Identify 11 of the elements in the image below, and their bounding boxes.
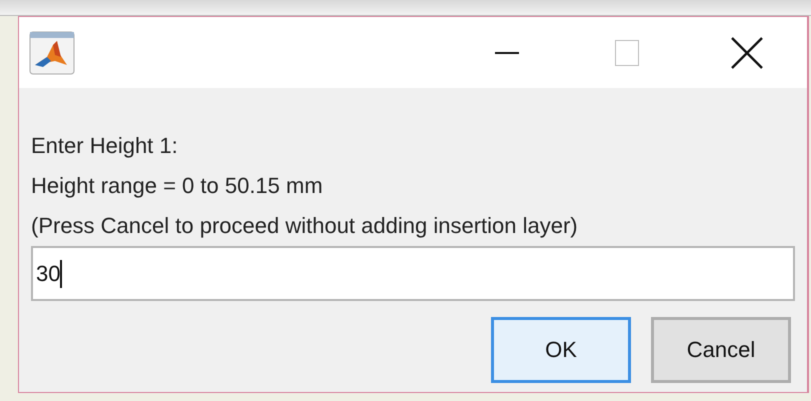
default-button[interactable]: OK [491, 317, 631, 383]
peak-icon [29, 30, 75, 74]
dialog-button[interactable]: Cancel [651, 317, 791, 383]
input-value: 30 [36, 260, 60, 286]
close-icon [731, 36, 763, 68]
prompt-text: Enter Height 1: [31, 132, 178, 160]
minimize-icon [495, 52, 519, 54]
prompt-text: (Press Cancel to proceed without adding insertion layer) [31, 212, 578, 240]
prompt-text: Height range = 0 to 50.15 mm [31, 172, 323, 200]
input-field[interactable]: 30 [31, 246, 795, 301]
maximize-icon [615, 40, 639, 66]
